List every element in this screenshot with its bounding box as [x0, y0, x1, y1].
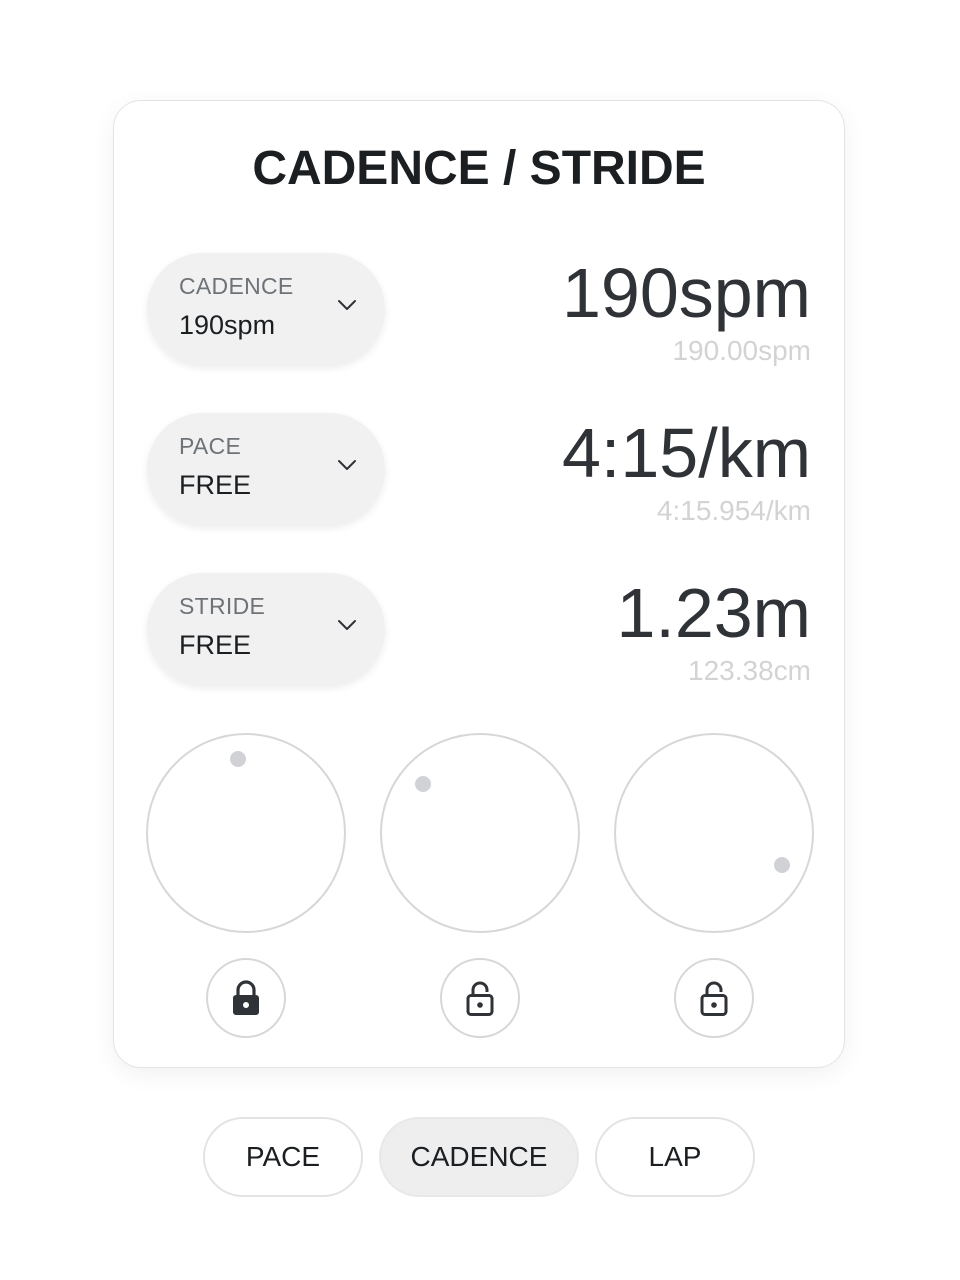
stride-precise-readout: 123.38cm: [688, 655, 811, 686]
pace-select[interactable]: PACE FREE: [147, 413, 385, 525]
lock-closed-icon: [233, 980, 259, 1015]
tab-cadence[interactable]: CADENCE: [379, 1117, 579, 1197]
chevron-down-icon: [338, 620, 356, 630]
pace-readout: 4:15/km: [562, 414, 811, 492]
stride-row: STRIDE FREE 1.23m 123.38cm: [114, 573, 844, 686]
cadence-row: CADENCE 190spm 190spm 190.00spm: [114, 253, 844, 366]
pace-select-label: PACE: [179, 433, 242, 459]
cadence-select[interactable]: CADENCE 190spm: [147, 253, 385, 365]
tab-pace[interactable]: PACE: [203, 1117, 363, 1197]
dial-handle[interactable]: [415, 776, 431, 792]
pace-dial[interactable]: [380, 733, 580, 933]
cadence-lock-button[interactable]: [206, 958, 286, 1038]
dial-handle[interactable]: [774, 857, 790, 873]
dial-handle[interactable]: [230, 751, 246, 767]
pace-precise-readout: 4:15.954/km: [656, 495, 811, 526]
cadence-select-label: CADENCE: [179, 273, 294, 299]
chevron-down-icon: [338, 300, 356, 310]
cadence-dial[interactable]: [146, 733, 346, 933]
stride-select[interactable]: STRIDE FREE: [147, 573, 385, 685]
stride-lock-button[interactable]: [674, 958, 754, 1038]
cadence-precise-readout: 190.00spm: [672, 335, 811, 366]
stride-dial[interactable]: [614, 733, 814, 933]
stride-select-label: STRIDE: [179, 593, 266, 619]
cadence-readout: 190spm: [561, 254, 811, 332]
lock-open-icon: [700, 981, 728, 1016]
chevron-down-icon: [338, 460, 356, 470]
pace-select-value: FREE: [179, 470, 252, 500]
pace-row: PACE FREE 4:15/km 4:15.954/km: [114, 413, 844, 526]
cadence-stride-card: CADENCE / STRIDE CADENCE 190spm 190spm 1…: [113, 100, 845, 1068]
card-title: CADENCE / STRIDE: [252, 142, 706, 195]
cadence-select-value: 190spm: [179, 310, 276, 340]
pace-lock-button[interactable]: [440, 958, 520, 1038]
stride-select-value: FREE: [179, 630, 252, 660]
lock-open-icon: [466, 981, 494, 1016]
stride-readout: 1.23m: [616, 574, 811, 652]
mode-tabs: PACE CADENCE LAP: [0, 1117, 960, 1197]
tab-lap[interactable]: LAP: [595, 1117, 755, 1197]
